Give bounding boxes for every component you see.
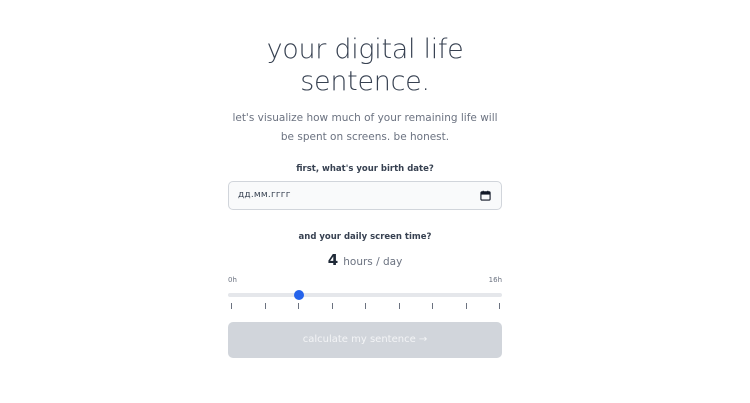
calculate-button[interactable]: calculate my sentence →: [228, 322, 502, 358]
page-subtitle: let's visualize how much of your remaini…: [232, 112, 498, 143]
slider-tick: [264, 303, 266, 309]
hours-readout: 4 hours / day: [228, 250, 502, 269]
slider-tick: [231, 303, 232, 309]
slider-tick: [432, 303, 433, 309]
slider-thumb[interactable]: [294, 290, 304, 300]
slider-tick: [465, 303, 467, 309]
slider-max-label: 16h: [488, 276, 502, 284]
slider-tick: [298, 303, 299, 309]
slider-ticks: [228, 303, 502, 309]
page-title: your digital life sentence.: [266, 34, 464, 97]
slider-tick: [499, 303, 500, 309]
form-container: your digital life sentence. let's visual…: [228, 34, 502, 358]
birth-date-placeholder: дд.мм.гггг: [238, 190, 291, 200]
birth-date-label: first, what's your birth date?: [296, 164, 434, 174]
slider-tick: [398, 303, 400, 309]
screen-time-label: and your daily screen time?: [298, 232, 432, 242]
hours-value: 4: [327, 251, 339, 269]
slider-min-label: 0h: [228, 276, 237, 284]
birth-date-input[interactable]: дд.мм.гггг: [228, 181, 502, 210]
hours-unit: hours / day: [343, 256, 403, 268]
slider-tick: [331, 303, 333, 309]
slider-tick: [365, 303, 366, 309]
screen-time-slider[interactable]: [228, 290, 502, 300]
calendar-icon[interactable]: [480, 190, 491, 201]
